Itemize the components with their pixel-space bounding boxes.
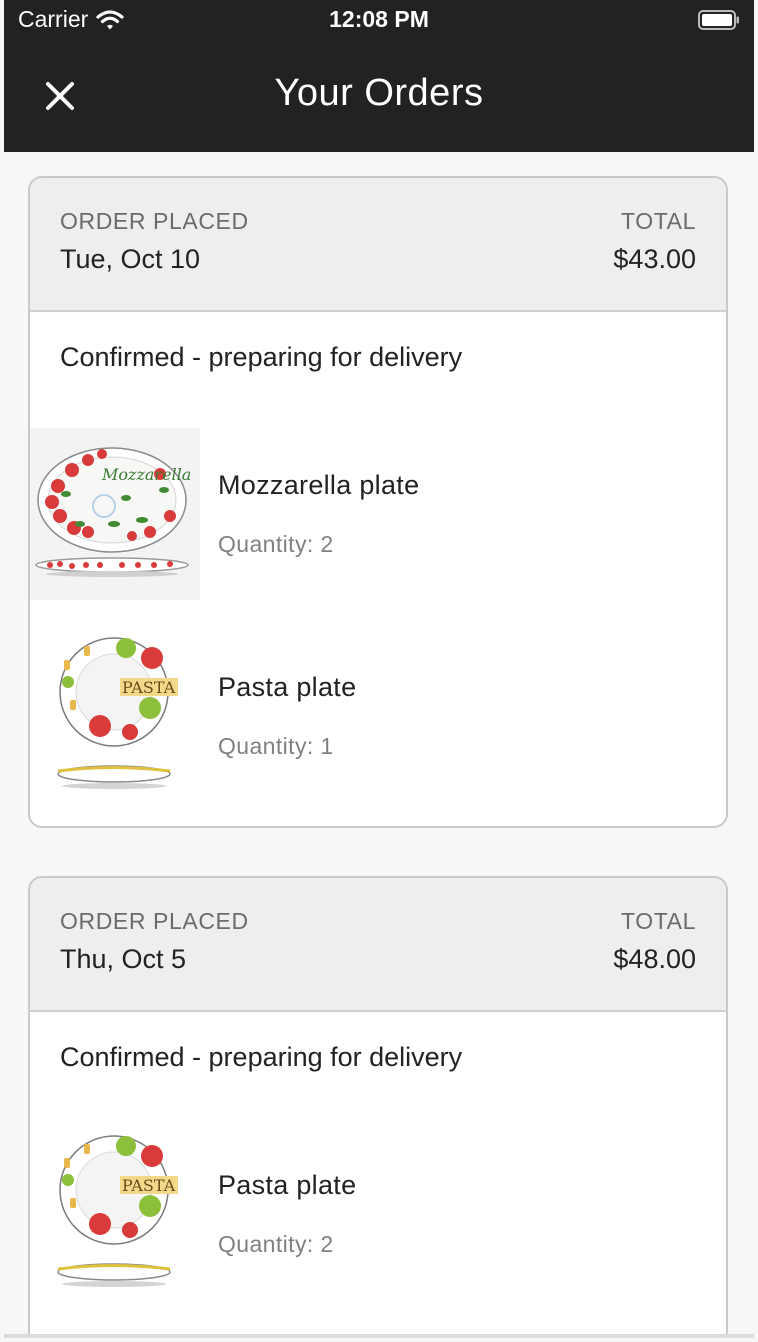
- order-status: Confirmed - preparing for delivery: [60, 1042, 463, 1072]
- order-total: $48.00: [613, 944, 696, 974]
- plate-lettering: Mozzarella: [101, 465, 191, 484]
- item-name: Pasta plate: [218, 1170, 357, 1200]
- order-item[interactable]: PASTA Pasta plate Quantity: 1: [30, 630, 726, 802]
- order-date: Thu, Oct 5: [60, 944, 187, 974]
- order-item[interactable]: PASTA Pasta plate Quantity: 2: [30, 1128, 726, 1300]
- screen: Carrier 12:08 PM Your Orders ORDER PLACE…: [4, 0, 754, 1338]
- order-header: ORDER PLACED Tue, Oct 10 TOTAL $43.00: [30, 178, 726, 312]
- status-time: 12:08 PM: [329, 6, 429, 32]
- item-info: Pasta plate Quantity: 2: [218, 1170, 356, 1258]
- total-label: TOTAL: [621, 208, 696, 234]
- item-name: Mozzarella plate: [218, 470, 420, 500]
- battery-icon: [698, 10, 739, 30]
- item-quantity: Quantity: 2: [218, 531, 334, 557]
- item-quantity: Quantity: 2: [218, 1231, 334, 1257]
- order-total: $43.00: [613, 244, 696, 274]
- top-chrome: Carrier 12:08 PM Your Orders: [4, 0, 754, 152]
- plate-lettering: PASTA: [122, 1176, 176, 1195]
- plate-lettering: PASTA: [122, 678, 176, 697]
- mozzarella-plate-image: Mozzarella: [30, 428, 200, 600]
- order-placed-label: ORDER PLACED: [60, 208, 249, 234]
- orders-list: ORDER PLACED Tue, Oct 10 TOTAL $43.00 Co…: [4, 152, 754, 1334]
- item-info: Pasta plate Quantity: 1: [218, 672, 356, 760]
- total-label: TOTAL: [621, 908, 696, 934]
- item-info: Mozzarella plate Quantity: 2: [218, 470, 419, 558]
- nav-bar: Your Orders: [4, 42, 754, 152]
- order-placed-label: ORDER PLACED: [60, 908, 249, 934]
- page-title: Your Orders: [274, 72, 484, 114]
- order-item[interactable]: Mozzarella Mozzarella plate Quantity: 2: [30, 428, 726, 600]
- order-header: ORDER PLACED Thu, Oct 5 TOTAL $48.00: [30, 878, 726, 1012]
- order-date: Tue, Oct 10: [60, 244, 201, 274]
- order-card[interactable]: ORDER PLACED Thu, Oct 5 TOTAL $48.00 Con…: [28, 876, 728, 1334]
- pasta-plate-image: PASTA: [30, 1128, 200, 1300]
- pasta-plate-image: PASTA: [30, 630, 200, 802]
- order-card[interactable]: ORDER PLACED Tue, Oct 10 TOTAL $43.00 Co…: [28, 176, 728, 828]
- item-quantity: Quantity: 1: [218, 733, 334, 759]
- status-bar: Carrier 12:08 PM: [4, 0, 754, 42]
- order-status: Confirmed - preparing for delivery: [60, 342, 463, 372]
- item-name: Pasta plate: [218, 672, 357, 702]
